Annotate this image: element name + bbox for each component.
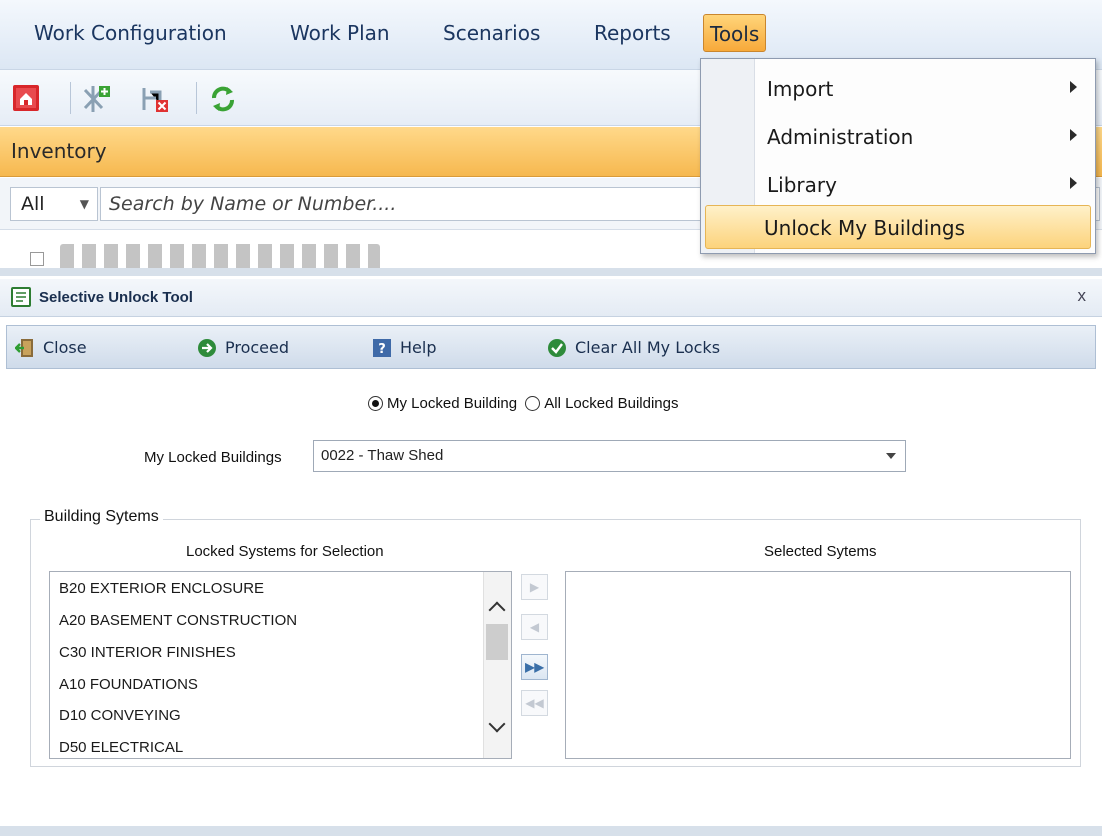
menu-work-configuration[interactable]: Work Configuration xyxy=(28,14,233,52)
inventory-filter-select[interactable]: All ▼ xyxy=(10,187,98,221)
submenu-arrow-icon xyxy=(1070,177,1077,189)
add-building-icon[interactable] xyxy=(82,84,110,112)
submenu-arrow-icon xyxy=(1070,81,1077,93)
list-item[interactable]: D10 CONVEYING xyxy=(59,701,181,731)
my-locked-buildings-label: My Locked Buildings xyxy=(144,449,282,466)
help-button-label: Help xyxy=(400,338,437,357)
menu-item-label: Unlock My Buildings xyxy=(764,216,966,240)
tools-dropdown-menu: Import Administration Library Unlock My … xyxy=(700,58,1096,254)
scroll-down-icon[interactable] xyxy=(488,715,506,733)
list-scrollbar[interactable] xyxy=(483,572,511,758)
clear-all-locks-label: Clear All My Locks xyxy=(575,338,721,357)
selected-building: 0022 - Thaw Shed xyxy=(321,447,444,464)
radio-label: My Locked Building xyxy=(387,394,518,412)
move-left-button[interactable]: ◀ xyxy=(521,614,548,640)
form-icon xyxy=(11,287,31,307)
menu-item-label: Administration xyxy=(767,125,914,149)
submenu-arrow-icon xyxy=(1070,129,1077,141)
move-all-right-button[interactable]: ▶▶ xyxy=(521,654,548,680)
check-circle-icon xyxy=(548,338,566,357)
close-icon[interactable]: x xyxy=(1078,286,1087,306)
chevron-down-icon: ▼ xyxy=(79,197,89,211)
scroll-up-icon[interactable] xyxy=(488,601,506,619)
building-systems-legend: Building Sytems xyxy=(40,508,163,526)
proceed-button[interactable]: Proceed xyxy=(197,337,289,359)
help-button[interactable]: ? Help xyxy=(372,337,436,359)
menu-scenarios[interactable]: Scenarios xyxy=(437,14,546,52)
help-icon: ? xyxy=(373,338,391,357)
list-item[interactable]: A20 BASEMENT CONSTRUCTION xyxy=(59,606,297,636)
move-right-button[interactable]: ▶ xyxy=(521,574,548,600)
available-systems-list[interactable]: B20 EXTERIOR ENCLOSURE A20 BASEMENT CONS… xyxy=(49,571,512,759)
list-item[interactable]: D50 ELECTRICAL xyxy=(59,733,183,758)
tree-item-blurred xyxy=(60,244,380,268)
menu-work-plan[interactable]: Work Plan xyxy=(284,14,396,52)
menu-item-library[interactable]: Library xyxy=(705,163,1091,207)
radio-my-locked-building[interactable] xyxy=(368,395,383,411)
arrow-right-circle-icon xyxy=(198,338,216,357)
unlock-tool-titlebar: Selective Unlock Tool x xyxy=(0,279,1102,317)
list-item[interactable]: B20 EXTERIOR ENCLOSURE xyxy=(59,574,264,604)
window-bottom-edge xyxy=(0,826,1102,836)
unlock-tool-toolbar: Close Proceed ? Help Clear All My Locks xyxy=(6,325,1096,369)
menu-item-import[interactable]: Import xyxy=(705,67,1091,111)
delete-building-icon[interactable] xyxy=(140,84,168,112)
menu-reports[interactable]: Reports xyxy=(588,14,677,52)
screenshot-divider xyxy=(0,268,1102,276)
menu-item-label: Import xyxy=(767,77,834,101)
radio-label: All Locked Buildings xyxy=(544,394,679,412)
clear-all-locks-button[interactable]: Clear All My Locks xyxy=(547,337,720,359)
tree-checkbox[interactable] xyxy=(30,252,44,266)
unlock-tool-title: Selective Unlock Tool xyxy=(39,289,193,306)
inventory-title: Inventory xyxy=(11,139,107,163)
menu-item-administration[interactable]: Administration xyxy=(705,115,1091,159)
close-button[interactable]: Close xyxy=(15,337,87,359)
toolbar-separator xyxy=(196,82,197,114)
selected-systems-list[interactable] xyxy=(565,571,1071,759)
scroll-thumb[interactable] xyxy=(486,624,508,660)
close-button-label: Close xyxy=(43,338,87,357)
selected-systems-header: Selected Sytems xyxy=(764,543,877,560)
proceed-button-label: Proceed xyxy=(225,338,290,357)
filter-value: All xyxy=(21,193,45,215)
chevron-down-icon xyxy=(886,453,896,459)
exit-door-icon xyxy=(15,338,33,357)
lock-scope-radio-group: My Locked Building All Locked Buildings xyxy=(368,394,683,412)
menu-tools[interactable]: Tools xyxy=(703,14,767,52)
move-all-left-button[interactable]: ◀◀ xyxy=(521,690,548,716)
menu-item-label: Library xyxy=(767,173,837,197)
list-item[interactable]: A10 FOUNDATIONS xyxy=(59,670,198,700)
my-locked-buildings-select[interactable]: 0022 - Thaw Shed xyxy=(313,440,906,472)
menu-item-unlock-my-buildings[interactable]: Unlock My Buildings xyxy=(705,205,1091,249)
list-item[interactable]: C30 INTERIOR FINISHES xyxy=(59,638,236,668)
toolbar-separator xyxy=(70,82,71,114)
svg-text:?: ? xyxy=(378,342,386,357)
available-systems-header: Locked Systems for Selection xyxy=(186,543,384,560)
refresh-icon[interactable] xyxy=(208,84,236,112)
home-icon[interactable] xyxy=(12,84,40,112)
radio-all-locked-buildings[interactable] xyxy=(525,395,541,411)
